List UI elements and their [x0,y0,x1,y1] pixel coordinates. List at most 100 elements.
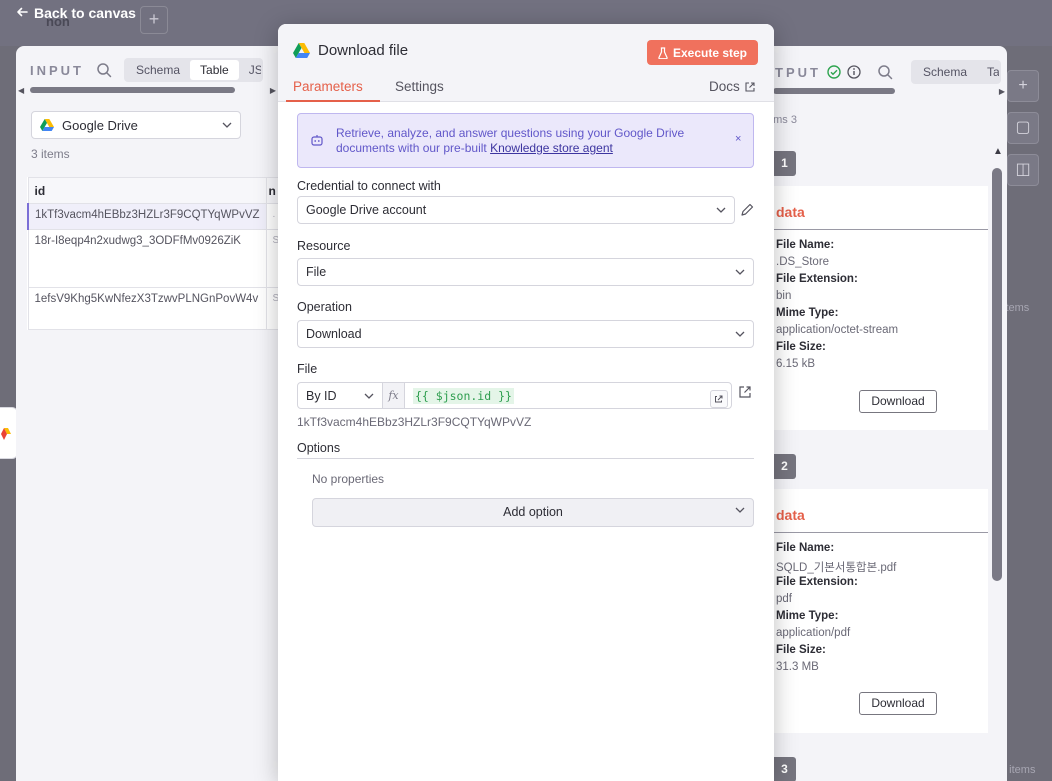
info-icon[interactable] [847,65,861,79]
credential-select[interactable]: Google Drive account [297,196,735,224]
input-source-value: Google Drive [62,117,138,133]
output-panel-title: OUTPUT [773,64,821,80]
file-extension-value: pdf [776,593,792,605]
knowledge-store-banner: Retrieve, analyze, and answer questions … [297,113,754,168]
operation-label: Operation [297,300,352,314]
scroll-right-arrow-icon[interactable]: ▶ [270,86,276,95]
add-option-button[interactable]: Add option [312,498,754,527]
scrollbar-thumb[interactable] [773,88,895,94]
node-parameters-modal: Download file Execute step Parameters Se… [278,24,774,781]
input-data-table: id n 1kTf3vacm4hEBbz3HZLr3F9CQTYqWPvVZ .… [26,177,287,330]
field-key: File Name: [776,239,835,251]
chevron-down-icon [364,393,374,399]
add-option-label: Add option [503,505,563,519]
external-link-icon [745,81,755,92]
open-file-external-icon[interactable] [738,385,752,399]
chevron-down-icon [222,122,232,128]
resource-select[interactable]: File [297,258,754,286]
tab-settings[interactable]: Settings [395,79,444,94]
field-key: Mime Type: [776,610,839,622]
tab-schema[interactable]: Schema [913,62,977,82]
table-cell-id: 1efsV9Khg5KwNfezX3TzwvPLNGnPovW4v [27,287,267,330]
field-key: Mime Type: [776,307,839,319]
output-vertical-scrollbar[interactable]: ▲ [991,146,1007,781]
resource-value: File [306,265,327,279]
download-button[interactable]: Download [859,390,937,413]
output-horizontal-scrollbar[interactable]: ▶ [773,86,1007,96]
output-items-count: 3 items [773,114,797,126]
field-key: File Size: [776,644,826,656]
divider [297,458,754,459]
chevron-down-icon [735,269,745,275]
expand-icon [715,395,723,403]
canvas-plus-button[interactable]: + [1007,70,1039,102]
binary-key-label: data [776,507,805,523]
table-row[interactable]: 1kTf3vacm4hEBbz3HZLr3F9CQTYqWPvVZ . [26,203,287,230]
tab-table[interactable]: Table [977,62,999,82]
tab-parameters[interactable]: Parameters [293,79,363,94]
file-size-value: 31.3 MB [776,661,819,673]
google-drive-icon [40,119,54,131]
node-title[interactable]: Download file [318,42,408,59]
modal-header: Download file Execute step Parameters Se… [278,24,774,102]
tab-json[interactable]: JSON [239,60,261,80]
scroll-right-arrow-icon[interactable]: ▶ [999,87,1005,96]
file-extension-value: bin [776,290,792,302]
docs-label: Docs [709,79,740,94]
input-horizontal-scrollbar[interactable]: ◀ ▶ [18,85,276,95]
input-view-tabs: Schema Table JSON [124,58,263,82]
divider [773,532,988,533]
close-icon[interactable]: × [735,133,741,145]
tab-table[interactable]: Table [190,60,239,80]
input-source-select[interactable]: Google Drive [31,111,241,139]
item-index-badge: 2 [773,454,796,479]
item-index-badge: 3 [773,757,796,781]
edit-credential-pencil-icon[interactable] [739,202,755,218]
file-metadata: File Name: SQLD_기본서통합본.pdf File Extensio… [776,542,896,678]
chevron-down-icon [735,507,745,513]
table-row[interactable]: 18r-I8eqp4n2xudwg3_3ODFfMv0926ZiK S [27,229,287,288]
chevron-down-icon [735,331,745,337]
mime-type-value: application/octet-stream [776,324,899,336]
open-expression-editor-button[interactable] [710,390,728,408]
execute-step-button[interactable]: Execute step [647,40,758,65]
scroll-up-arrow-icon[interactable]: ▲ [993,146,1003,157]
canvas-add-button[interactable]: + [140,6,168,34]
field-key: File Extension: [776,273,858,285]
column-header-id[interactable]: id [27,177,267,204]
file-label: File [297,362,318,376]
file-name-value: SQLD_기본서통합본.pdf [776,562,897,574]
field-key: File Extension: [776,576,858,588]
operation-select[interactable]: Download [297,320,754,348]
file-size-value: 6.15 kB [776,358,815,370]
mime-type-value: application/pdf [776,627,851,639]
chevron-down-icon [716,207,726,213]
tab-schema[interactable]: Schema [126,60,190,80]
docs-link[interactable]: Docs [709,79,755,94]
scroll-left-arrow-icon[interactable]: ◀ [18,86,24,95]
robot-icon [311,135,323,146]
back-to-canvas-link[interactable]: Back to canvas [16,5,136,21]
sticky-note-icon[interactable]: ▢ [1007,112,1039,144]
scrollbar-thumb[interactable] [992,168,1002,581]
arrow-left-icon [16,5,28,21]
input-items-count: 3 items [31,147,70,161]
download-button[interactable]: Download [859,692,937,715]
scrollbar-thumb[interactable] [30,87,235,93]
file-metadata: File Name: .DS_Store File Extension: bin… [776,239,898,375]
table-row[interactable]: 1efsV9Khg5KwNfezX3TzwvPLNGnPovW4v S [27,287,287,330]
search-icon[interactable] [877,64,893,80]
canvas-right-toolbar: + ▢ ◫ [1007,70,1039,196]
knowledge-store-agent-link[interactable]: Knowledge store agent [490,141,613,155]
binary-key-label: data [776,204,805,220]
table-cell-id: 1kTf3vacm4hEBbz3HZLr3F9CQTYqWPvVZ [26,203,267,230]
file-mode-select[interactable]: By ID [297,382,383,409]
panel-toggle-icon[interactable]: ◫ [1007,154,1039,186]
item-index-badge: 1 [773,151,796,176]
search-icon[interactable] [96,62,112,78]
active-tab-indicator [286,100,380,102]
operation-value: Download [306,327,362,341]
file-name-value: .DS_Store [776,256,830,268]
file-id-expression-input[interactable]: {{ $json.id }} [404,382,732,409]
binary-item-card: data File Name: .DS_Store File Extension… [773,186,988,430]
